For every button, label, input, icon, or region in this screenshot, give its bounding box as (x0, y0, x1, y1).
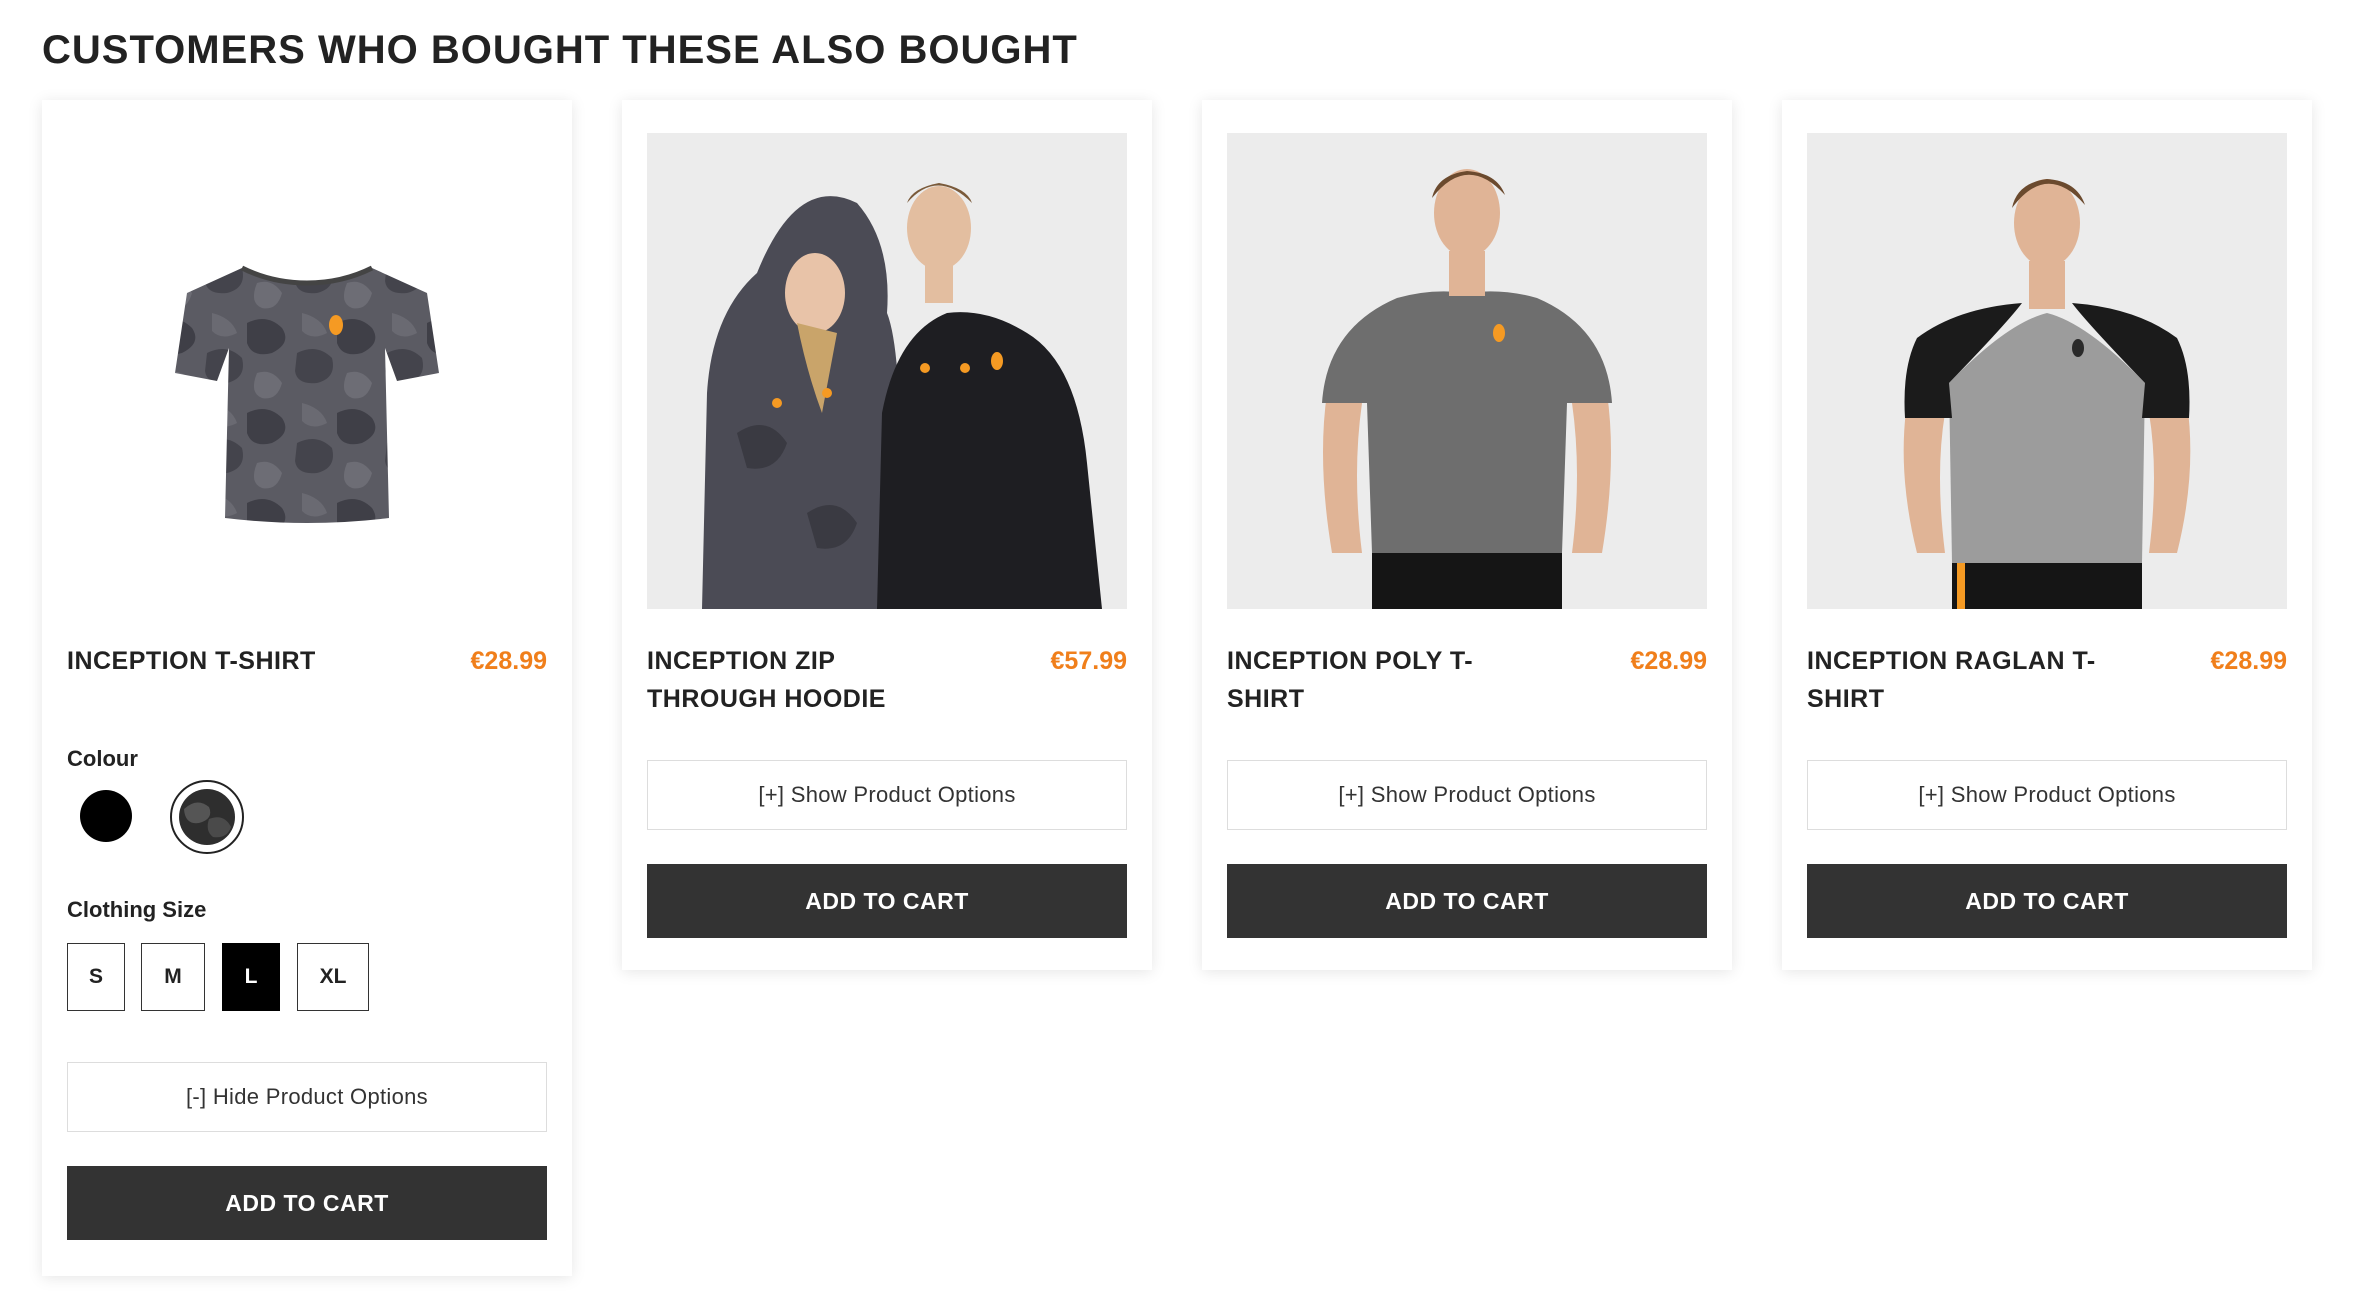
add-to-cart-button[interactable]: ADD TO CART (67, 1166, 547, 1240)
product-name[interactable]: INCEPTION RAGLAN T-SHIRT (1807, 642, 2107, 718)
poly-tshirt-model-image[interactable] (1227, 133, 1707, 609)
colour-swatch-black[interactable] (80, 790, 132, 842)
clothing-size-label: Clothing Size (67, 897, 207, 922)
product-card-inception-zip-through-hoodie: INCEPTION ZIP THROUGH HOODIE €57.99 [+] … (622, 100, 1152, 970)
product-name[interactable]: INCEPTION POLY T-SHIRT (1227, 642, 1527, 718)
product-price: €28.99 (2210, 647, 2287, 675)
size-option-m[interactable]: M (141, 943, 205, 1011)
camo-swatch-icon (179, 789, 235, 845)
product-price: €28.99 (1630, 647, 1707, 675)
product-price: €28.99 (470, 647, 547, 675)
add-to-cart-button[interactable]: ADD TO CART (1227, 864, 1707, 938)
show-product-options-button[interactable]: [+] Show Product Options (647, 760, 1127, 830)
colour-label: Colour (67, 746, 138, 771)
add-to-cart-button[interactable]: ADD TO CART (1807, 864, 2287, 938)
colour-swatch-camo-selected[interactable] (170, 780, 244, 854)
product-card-inception-poly-t-shirt: INCEPTION POLY T-SHIRT €28.99 [+] Show P… (1202, 100, 1732, 970)
product-name[interactable]: INCEPTION ZIP THROUGH HOODIE (647, 642, 947, 718)
product-card-inception-raglan-t-shirt: INCEPTION RAGLAN T-SHIRT €28.99 [+] Show… (1782, 100, 2312, 970)
camo-tshirt-image[interactable] (67, 133, 547, 609)
hoodie-models-image[interactable] (647, 133, 1127, 609)
raglan-tshirt-model-image[interactable] (1807, 133, 2287, 609)
add-to-cart-button[interactable]: ADD TO CART (647, 864, 1127, 938)
size-option-l-selected[interactable]: L (222, 943, 280, 1011)
product-card-inception-t-shirt: INCEPTION T-SHIRT €28.99 Colour Clothing… (42, 100, 572, 1276)
product-name[interactable]: INCEPTION T-SHIRT (67, 642, 367, 680)
size-option-s[interactable]: S (67, 943, 125, 1011)
section-title: CUSTOMERS WHO BOUGHT THESE ALSO BOUGHT (42, 28, 1078, 72)
size-option-xl[interactable]: XL (297, 943, 369, 1011)
show-product-options-button[interactable]: [+] Show Product Options (1227, 760, 1707, 830)
product-price: €57.99 (1050, 647, 1127, 675)
hide-product-options-button[interactable]: [-] Hide Product Options (67, 1062, 547, 1132)
show-product-options-button[interactable]: [+] Show Product Options (1807, 760, 2287, 830)
